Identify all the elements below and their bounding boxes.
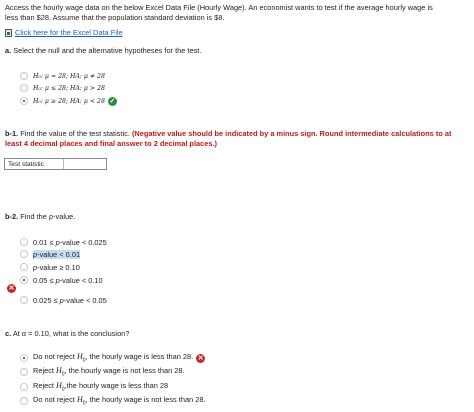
intro-line-2: less than $28. Assume that the populatio… xyxy=(5,13,225,22)
part-a-option-1[interactable]: H₀: μ = 28; HA: μ ≠ 28 xyxy=(20,70,105,82)
question-intro: Access the hourly wage data on the below… xyxy=(5,3,433,23)
part-a-text: Select the null and the alternative hypo… xyxy=(11,46,202,55)
test-statistic-row: Test statistic xyxy=(4,158,107,170)
option-label: Do not reject H0, the hourly wage is not… xyxy=(33,395,206,407)
part-c-pre: At xyxy=(11,329,22,338)
radio-button[interactable] xyxy=(20,383,28,391)
radio-button[interactable] xyxy=(20,296,28,304)
option-label: 0.025 ≤ p-value < 0.05 xyxy=(33,295,107,305)
part-b1-instruction-1: (Negative value should be indicated by a… xyxy=(131,129,452,138)
part-c-heading: c. At α = 0.10, what is the conclusion? xyxy=(5,329,129,338)
excel-file-icon xyxy=(5,28,12,37)
part-c-option-1[interactable]: Do not reject H0, the hourly wage is les… xyxy=(20,352,206,364)
part-b2-option-4[interactable]: 0.05 ≤ p-value < 0.10 xyxy=(20,274,103,286)
part-b1-prefix: b-1. xyxy=(5,129,19,138)
test-statistic-input[interactable] xyxy=(65,159,106,169)
option-label: p-value ≥ 0.10 xyxy=(33,262,80,272)
radio-button[interactable] xyxy=(20,397,28,405)
option-label: H₀: μ ≥ 28; HA: μ < 28 xyxy=(33,97,105,105)
part-b2-option-3[interactable]: p-value ≥ 0.10 xyxy=(20,261,80,273)
radio-button[interactable] xyxy=(20,238,28,246)
incorrect-x-icon: ✕ xyxy=(196,353,206,363)
radio-button[interactable] xyxy=(20,72,28,80)
option-label: 0.01 ≤ p-value < 0.025 xyxy=(33,237,107,247)
incorrect-x-icon: ✕ xyxy=(7,284,16,293)
option-label: Do not reject H0, the hourly wage is les… xyxy=(33,352,194,364)
excel-link-label: Click here for the Excel Data File xyxy=(15,28,123,37)
part-c-option-4[interactable]: Do not reject H0, the hourly wage is not… xyxy=(20,395,206,407)
correct-check-icon: ✓ xyxy=(107,96,117,106)
radio-button-selected[interactable] xyxy=(20,354,28,362)
intro-line-1: Access the hourly wage data on the below… xyxy=(5,3,433,12)
option-label: Reject H0, the hourly wage is not less t… xyxy=(33,366,185,378)
radio-button-selected[interactable] xyxy=(20,97,28,105)
part-b1-text: Find the value of the test statistic. xyxy=(18,129,132,138)
radio-button[interactable] xyxy=(20,263,28,271)
part-b2-prefix: b-2. xyxy=(5,212,19,221)
part-a-heading: a. Select the null and the alternative h… xyxy=(5,46,201,55)
excel-data-file-link[interactable]: Click here for the Excel Data File xyxy=(5,28,123,37)
test-statistic-label: Test statistic xyxy=(8,160,44,168)
part-b1-instruction-2: least 4 decimal places and final answer … xyxy=(5,139,217,148)
option-label: H₀: μ = 28; HA: μ ≠ 28 xyxy=(33,72,105,80)
part-b2-tail: -value. xyxy=(53,212,76,221)
part-b2-option-2[interactable]: p-value < 0.01 xyxy=(20,248,81,260)
option-label: H₀: μ ≤ 28; HA: μ > 28 xyxy=(33,84,105,92)
option-label-highlighted: p-value < 0.01 xyxy=(33,249,81,259)
part-c-option-2[interactable]: Reject H0, the hourly wage is not less t… xyxy=(20,366,185,378)
radio-button[interactable] xyxy=(20,84,28,92)
part-c-post: = 0.10, what is the conclusion? xyxy=(26,329,130,338)
part-b2-option-1[interactable]: 0.01 ≤ p-value < 0.025 xyxy=(20,236,107,248)
radio-button[interactable] xyxy=(20,250,28,258)
part-b1-heading: b-1. Find the value of the test statisti… xyxy=(5,129,451,149)
option-label: 0.05 ≤ p-value < 0.10 xyxy=(33,275,103,285)
part-a-option-3[interactable]: H₀: μ ≥ 28; HA: μ < 28 ✓ xyxy=(20,95,117,107)
part-b2-heading: b-2. Find the p-value. xyxy=(5,212,75,221)
part-c-option-3[interactable]: Reject H0,the hourly wage is less than 2… xyxy=(20,381,168,393)
radio-button-selected[interactable] xyxy=(20,276,28,284)
part-a-option-2[interactable]: H₀: μ ≤ 28; HA: μ > 28 xyxy=(20,82,105,94)
option-label: Reject H0,the hourly wage is less than 2… xyxy=(33,381,169,393)
part-b2-option-5[interactable]: 0.025 ≤ p-value < 0.05 xyxy=(20,294,107,306)
part-b2-text: Find the xyxy=(18,212,49,221)
radio-button[interactable] xyxy=(20,368,28,376)
